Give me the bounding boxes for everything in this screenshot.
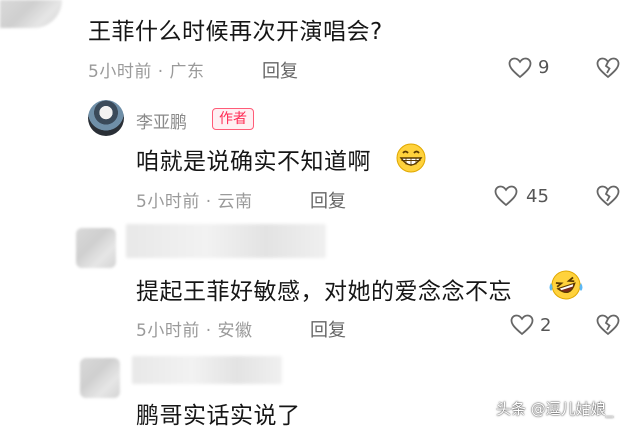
like-count: 9 xyxy=(538,57,550,78)
commenter-avatar[interactable] xyxy=(0,0,62,28)
comment-text: 提起王菲好敏感，对她的爱念念不忘 xyxy=(136,279,512,305)
comment-meta: 5小时前 · 云南 xyxy=(136,192,253,212)
like-count: 2 xyxy=(540,315,552,336)
author-badge: 作者 xyxy=(212,108,254,130)
broken-heart-icon[interactable] xyxy=(596,57,620,79)
heart-outline-icon[interactable] xyxy=(494,185,518,207)
comment-meta: 5小时前 · 安徽 xyxy=(136,321,253,341)
comment-text: 王菲什么时候再次开演唱会? xyxy=(88,19,383,45)
broken-heart-icon[interactable] xyxy=(596,185,620,207)
commenter-name[interactable] xyxy=(126,224,326,258)
author-avatar[interactable] xyxy=(88,100,124,136)
comment-meta: 5小时前 · 广东 xyxy=(88,62,205,82)
reply-button[interactable]: 回复 xyxy=(310,187,346,213)
heart-outline-icon[interactable] xyxy=(510,314,534,336)
commenter-avatar[interactable] xyxy=(76,228,116,268)
watermark: 头条 @逗儿姑娘_ xyxy=(496,400,614,418)
reply-button[interactable]: 回复 xyxy=(310,316,346,342)
grinning-emoji-icon xyxy=(394,142,428,174)
comment-text: 咱就是说确实不知道啊 xyxy=(136,149,371,175)
like-count: 45 xyxy=(526,186,549,207)
commenter-name[interactable] xyxy=(132,356,282,384)
heart-outline-icon[interactable] xyxy=(508,57,532,79)
author-name[interactable]: 李亚鹏 xyxy=(136,108,187,133)
commenter-avatar[interactable] xyxy=(80,358,120,398)
comment-text: 鹏哥实话实说了 xyxy=(136,403,301,427)
reply-button[interactable]: 回复 xyxy=(262,57,298,83)
laughing-tears-emoji-icon xyxy=(548,268,584,302)
broken-heart-icon[interactable] xyxy=(596,314,620,336)
